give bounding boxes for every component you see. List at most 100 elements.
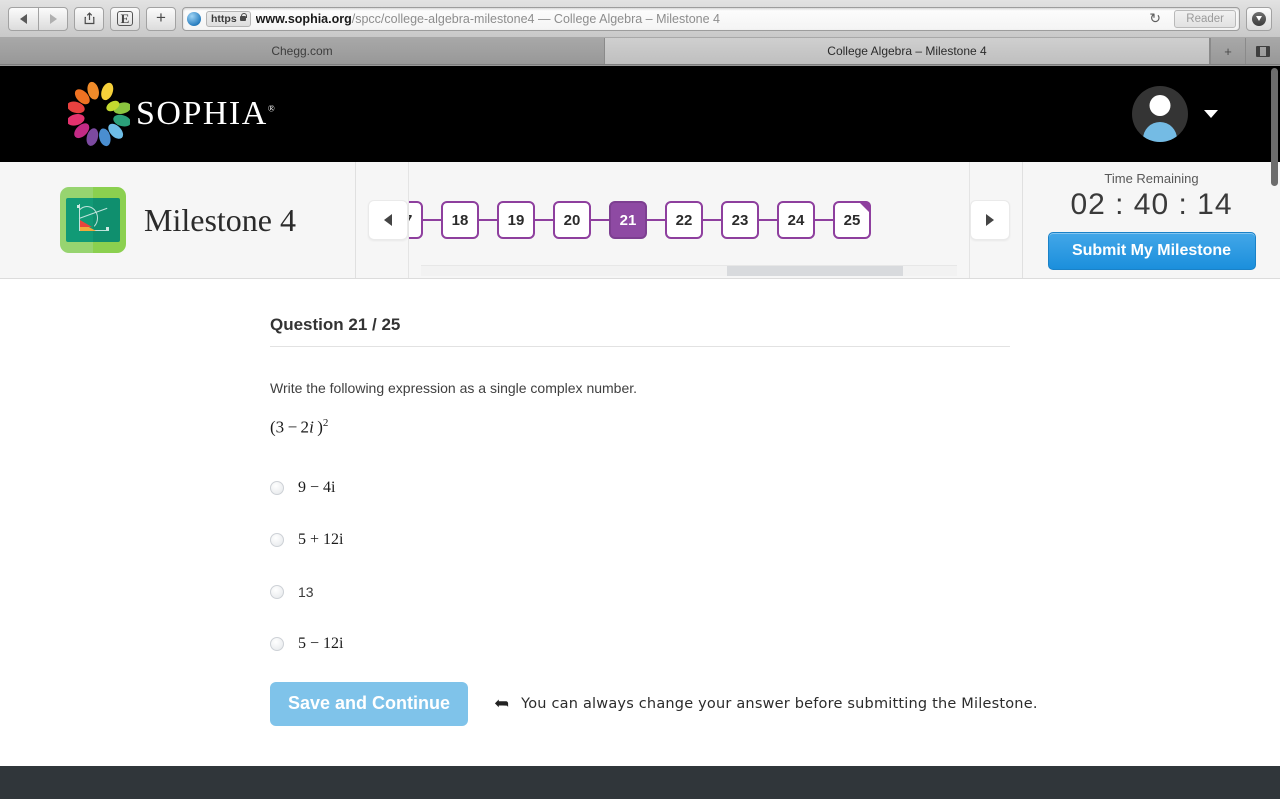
tab-bar-buttons: +	[1210, 38, 1280, 64]
sophia-logo[interactable]: SOPHIA®	[68, 81, 276, 147]
answer-option-b[interactable]: 5 + 12i	[270, 526, 1280, 555]
browser-chrome: E + https www.sophia.org/spcc/college-al…	[0, 0, 1280, 66]
question-tile-22[interactable]: 22	[665, 201, 703, 239]
answer-options: 9 − 4i 5 + 12i 13 5 − 12i	[270, 474, 1280, 659]
reload-icon[interactable]: ↻	[1149, 10, 1161, 27]
question-tile-19[interactable]: 19	[497, 201, 535, 239]
address-bar[interactable]: https www.sophia.org/spcc/college-algebr…	[182, 6, 1240, 31]
back-button[interactable]	[8, 6, 38, 31]
chevron-right-icon	[986, 214, 994, 226]
question-tile-20[interactable]: 20	[553, 201, 591, 239]
tab-college-algebra-milestone-4[interactable]: College Algebra – Milestone 4	[605, 38, 1210, 64]
url-text: www.sophia.org/spcc/college-algebra-mile…	[256, 12, 720, 26]
header-account-area	[1132, 86, 1218, 142]
page-content: SOPHIA® Milestone 4 18 19 20 21 22 23 24…	[0, 66, 1280, 799]
reader-button[interactable]: Reader	[1174, 9, 1236, 28]
tile-connector	[759, 219, 777, 221]
milestone-title-area: Milestone 4	[0, 162, 356, 278]
share-button[interactable]	[74, 6, 104, 31]
answer-change-note-text: You can always change your answer before…	[521, 695, 1038, 712]
browser-toolbar: E + https www.sophia.org/spcc/college-al…	[0, 0, 1280, 38]
question-actions: Save and Continue ➦ You can always chang…	[270, 681, 1280, 726]
lock-icon	[239, 13, 247, 21]
tile-connector	[479, 219, 497, 221]
sophia-logo-text: SOPHIA®	[136, 95, 277, 132]
tab-chegg[interactable]: Chegg.com	[0, 38, 605, 64]
time-remaining-label: Time Remaining	[1104, 170, 1199, 186]
site-header: SOPHIA®	[0, 66, 1280, 162]
url-domain: www.sophia.org	[255, 11, 352, 26]
tab-bar: Chegg.com College Algebra – Milestone 4 …	[0, 38, 1280, 65]
prev-questions-button[interactable]	[368, 200, 408, 240]
share-icon	[83, 12, 96, 25]
site-footer	[0, 766, 1280, 799]
add-tab-button[interactable]: +	[1210, 38, 1245, 64]
answer-option-d[interactable]: 5 − 12i	[270, 630, 1280, 659]
tile-connector	[815, 219, 833, 221]
radio-button-a[interactable]	[270, 481, 284, 496]
answer-option-a-label: 9 − 4i	[298, 479, 336, 497]
curved-arrow-icon: ➦	[494, 693, 510, 714]
chevron-down-icon[interactable]	[1204, 110, 1218, 118]
question-tiles-scroller[interactable]: 17 18 19 20 21 22 23 24 25	[408, 162, 970, 278]
https-badge: https	[206, 10, 251, 27]
question-content: Question 21 / 25 Write the following exp…	[0, 279, 1280, 726]
forward-icon	[49, 13, 57, 24]
time-remaining-value: 02 : 40 : 14	[1070, 187, 1233, 221]
back-icon	[20, 13, 27, 24]
milestone-icon	[60, 187, 126, 253]
answer-option-c-label: 13	[298, 584, 314, 601]
submit-milestone-button[interactable]: Submit My Milestone	[1047, 231, 1256, 270]
tile-connector	[423, 219, 441, 221]
tile-connector	[647, 219, 665, 221]
url-path: /spcc/college-algebra-milestone4	[351, 11, 535, 26]
tab-overview-icon	[1256, 45, 1270, 57]
downloads-icon	[1252, 11, 1266, 26]
nav-button-group	[8, 6, 68, 31]
new-tab-button[interactable]: +	[146, 6, 176, 31]
clipper-icon: E	[116, 11, 134, 26]
page-scrollbar[interactable]	[1271, 66, 1280, 799]
question-tile-24[interactable]: 24	[777, 201, 815, 239]
show-all-tabs-button[interactable]	[1245, 38, 1280, 64]
forward-button[interactable]	[38, 6, 68, 31]
question-heading: Question 21 / 25	[270, 315, 1010, 347]
question-tile-17[interactable]: 17	[409, 201, 423, 239]
question-tiles: 17 18 19 20 21 22 23 24 25	[409, 201, 871, 239]
radio-button-c[interactable]	[270, 585, 284, 600]
question-prompt: Write the following expression as a sing…	[270, 380, 638, 396]
evernote-clipper-button[interactable]: E	[110, 6, 140, 31]
question-tile-25[interactable]: 25	[833, 201, 871, 239]
milestone-bar: Milestone 4 17 18 19 20 21 22	[0, 162, 1280, 279]
answer-option-b-label: 5 + 12i	[298, 531, 344, 549]
next-questions-button[interactable]	[970, 200, 1010, 240]
save-and-continue-button[interactable]: Save and Continue	[270, 681, 468, 726]
page-scrollbar-thumb[interactable]	[1271, 68, 1278, 186]
question-tile-18[interactable]: 18	[441, 201, 479, 239]
scrollbar-thumb[interactable]	[726, 266, 904, 276]
answer-option-d-label: 5 − 12i	[298, 635, 344, 653]
question-strip-scrollbar[interactable]	[421, 265, 957, 276]
avatar[interactable]	[1132, 86, 1188, 142]
url-title-suffix: — College Algebra – Milestone 4	[534, 11, 721, 26]
page-title: Milestone 4	[144, 201, 296, 238]
https-label: https	[211, 12, 237, 25]
answer-option-c[interactable]: 13	[270, 578, 1280, 607]
tile-connector	[703, 219, 721, 221]
answer-change-note: ➦ You can always change your answer befo…	[494, 693, 1038, 714]
question-tile-21[interactable]: 21	[609, 201, 647, 239]
question-tile-23[interactable]: 23	[721, 201, 759, 239]
chevron-left-icon	[384, 214, 392, 226]
radio-button-d[interactable]	[270, 637, 284, 652]
site-globe-icon	[187, 11, 201, 26]
tile-connector	[591, 219, 609, 221]
question-navigator: 17 18 19 20 21 22 23 24 25	[356, 162, 1022, 278]
answer-option-a[interactable]: 9 − 4i	[270, 474, 1280, 503]
tile-connector	[535, 219, 553, 221]
chalkboard-graphic	[66, 198, 120, 242]
trademark-symbol: ®	[267, 103, 277, 114]
downloads-button[interactable]	[1246, 6, 1272, 31]
timer-area: Time Remaining 02 : 40 : 14 Submit My Mi…	[1022, 162, 1280, 278]
question-expression: (3 − 2i )2	[270, 417, 329, 437]
radio-button-b[interactable]	[270, 533, 284, 548]
